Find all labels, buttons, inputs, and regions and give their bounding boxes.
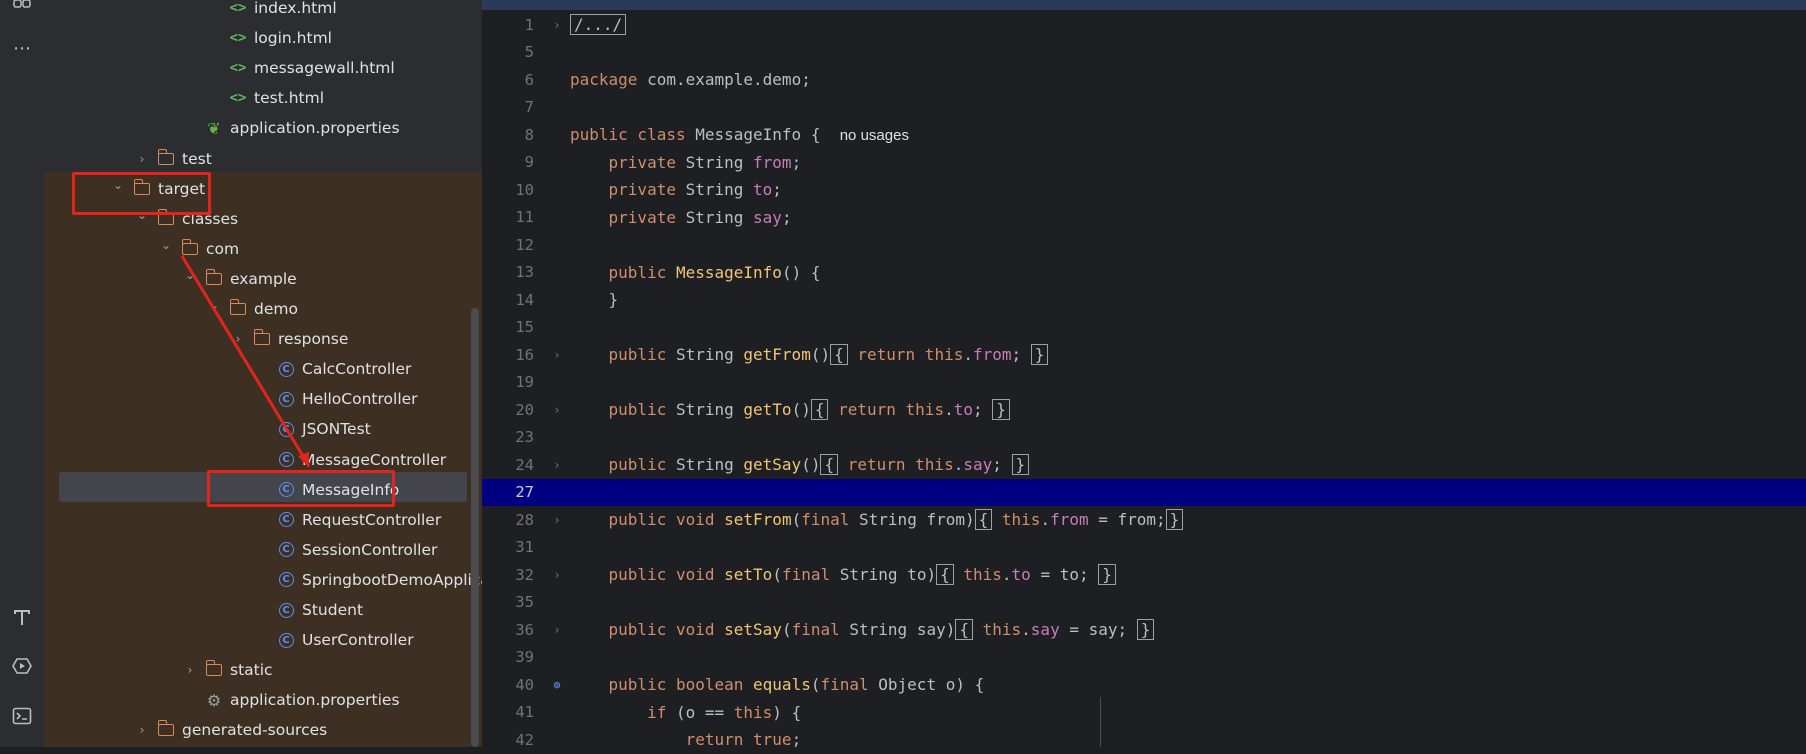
line-number: 42 <box>515 730 534 749</box>
code-text: public class MessageInfo { no usages <box>570 125 909 145</box>
code-line[interactable]: 42 return true; <box>482 726 1806 754</box>
code-line[interactable]: 36 › public void setSay(final String say)… <box>482 616 1806 644</box>
code-line[interactable]: 20 › public String getTo(){ return this.t… <box>482 396 1806 424</box>
code-text: public void setTo(final String to){ this… <box>570 564 1116 586</box>
code-text: public boolean equals(final Object o) { <box>608 675 985 695</box>
code-line[interactable]: 23 <box>482 424 1806 452</box>
code-line[interactable]: 12 <box>482 231 1806 259</box>
fold-chevron-icon[interactable]: › <box>544 348 570 362</box>
fold-chevron-icon[interactable]: › <box>544 18 570 32</box>
line-number: 28 <box>515 510 534 529</box>
line-number: 6 <box>524 70 534 89</box>
line-number: 14 <box>515 290 534 309</box>
code-text: public void setSay(final String say){ th… <box>570 619 1155 641</box>
code-line[interactable]: 11 private String say; <box>482 204 1806 232</box>
code-line[interactable]: 14 } <box>482 286 1806 314</box>
line-number: 27 <box>515 483 534 502</box>
line-number: 12 <box>515 235 534 254</box>
override-marker-icon[interactable]: ⊚ <box>544 678 570 692</box>
code-line[interactable]: 16 › public String getFrom(){ return this… <box>482 341 1806 369</box>
fold-chevron-icon[interactable]: › <box>544 403 570 417</box>
code-editor[interactable]: 1 ›/.../5 6 package com.example.demo; 7 8 publ… <box>482 0 1806 749</box>
fold-chevron-icon[interactable]: › <box>544 513 570 527</box>
line-number: 35 <box>515 593 534 612</box>
fold-chevron-icon[interactable]: › <box>544 458 570 472</box>
code-text: if (o == this) { <box>647 702 802 722</box>
line-number: 16 <box>515 345 534 364</box>
indent-guide <box>1100 697 1101 747</box>
line-number: 10 <box>515 180 534 199</box>
code-line[interactable]: 7 <box>482 94 1806 122</box>
line-number: 7 <box>524 98 534 117</box>
line-number: 9 <box>524 153 534 172</box>
code-text: public void setFrom(final String from){ … <box>570 509 1184 531</box>
code-text: public String getSay(){ return this.say;… <box>570 454 1030 476</box>
line-number: 24 <box>515 455 534 474</box>
code-text: } <box>570 290 619 310</box>
code-line[interactable]: 8 public class MessageInfo { no usages <box>482 121 1806 149</box>
code-line[interactable]: 9 private String from; <box>482 149 1806 177</box>
code-line[interactable]: 32 › public void setTo(final String to){ … <box>482 561 1806 589</box>
line-number: 32 <box>515 565 534 584</box>
code-line[interactable]: 5 <box>482 39 1806 67</box>
code-text: /.../ <box>570 14 627 36</box>
code-line[interactable]: 35 <box>482 589 1806 617</box>
code-text: public String getTo(){ return this.to; } <box>570 399 1010 421</box>
line-number: 13 <box>515 263 534 282</box>
code-text: return true; <box>685 730 802 750</box>
line-number: 36 <box>515 620 534 639</box>
line-number: 40 <box>515 675 534 694</box>
line-number: 39 <box>515 648 534 667</box>
line-number: 15 <box>515 318 534 337</box>
code-line[interactable]: 39 <box>482 644 1806 672</box>
code-line[interactable]: 28 › public void setFrom(final String fro… <box>482 506 1806 534</box>
line-number: 23 <box>515 428 534 447</box>
code-line[interactable]: 24 › public String getSay(){ return this.… <box>482 451 1806 479</box>
code-text: public MessageInfo() { <box>608 262 821 282</box>
editor-top-strip <box>482 0 1806 10</box>
code-line[interactable]: 15 <box>482 314 1806 342</box>
code-line[interactable]: 10 private String to; <box>482 176 1806 204</box>
line-number: 11 <box>515 208 534 227</box>
code-text: private String from; <box>608 152 802 172</box>
line-number: 1 <box>524 15 534 34</box>
line-number: 20 <box>515 400 534 419</box>
code-line[interactable]: 41 if (o == this) { <box>482 699 1806 727</box>
code-line[interactable]: 19 <box>482 369 1806 397</box>
code-text: package com.example.demo; <box>570 70 811 90</box>
fold-chevron-icon[interactable]: › <box>544 623 570 637</box>
line-number: 8 <box>524 125 534 144</box>
line-number: 19 <box>515 373 534 392</box>
code-line[interactable]: 13 public MessageInfo() { <box>482 259 1806 287</box>
code-line[interactable]: 6 package com.example.demo; <box>482 66 1806 94</box>
code-line-current[interactable]: 27 <box>482 478 1806 506</box>
line-number: 31 <box>515 538 534 557</box>
code-line[interactable]: 31 <box>482 534 1806 562</box>
line-number: 41 <box>515 703 534 722</box>
code-line[interactable]: 40 ⊚ public boolean equals(final Object o… <box>482 671 1806 699</box>
annotation-arrow <box>180 255 311 468</box>
fold-chevron-icon[interactable]: › <box>544 568 570 582</box>
code-text: private String say; <box>608 207 792 227</box>
code-line[interactable]: 1 ›/.../ <box>482 11 1806 39</box>
code-text: private String to; <box>608 180 782 200</box>
code-text: public String getFrom(){ return this.fro… <box>570 344 1049 366</box>
line-number: 5 <box>524 43 534 62</box>
